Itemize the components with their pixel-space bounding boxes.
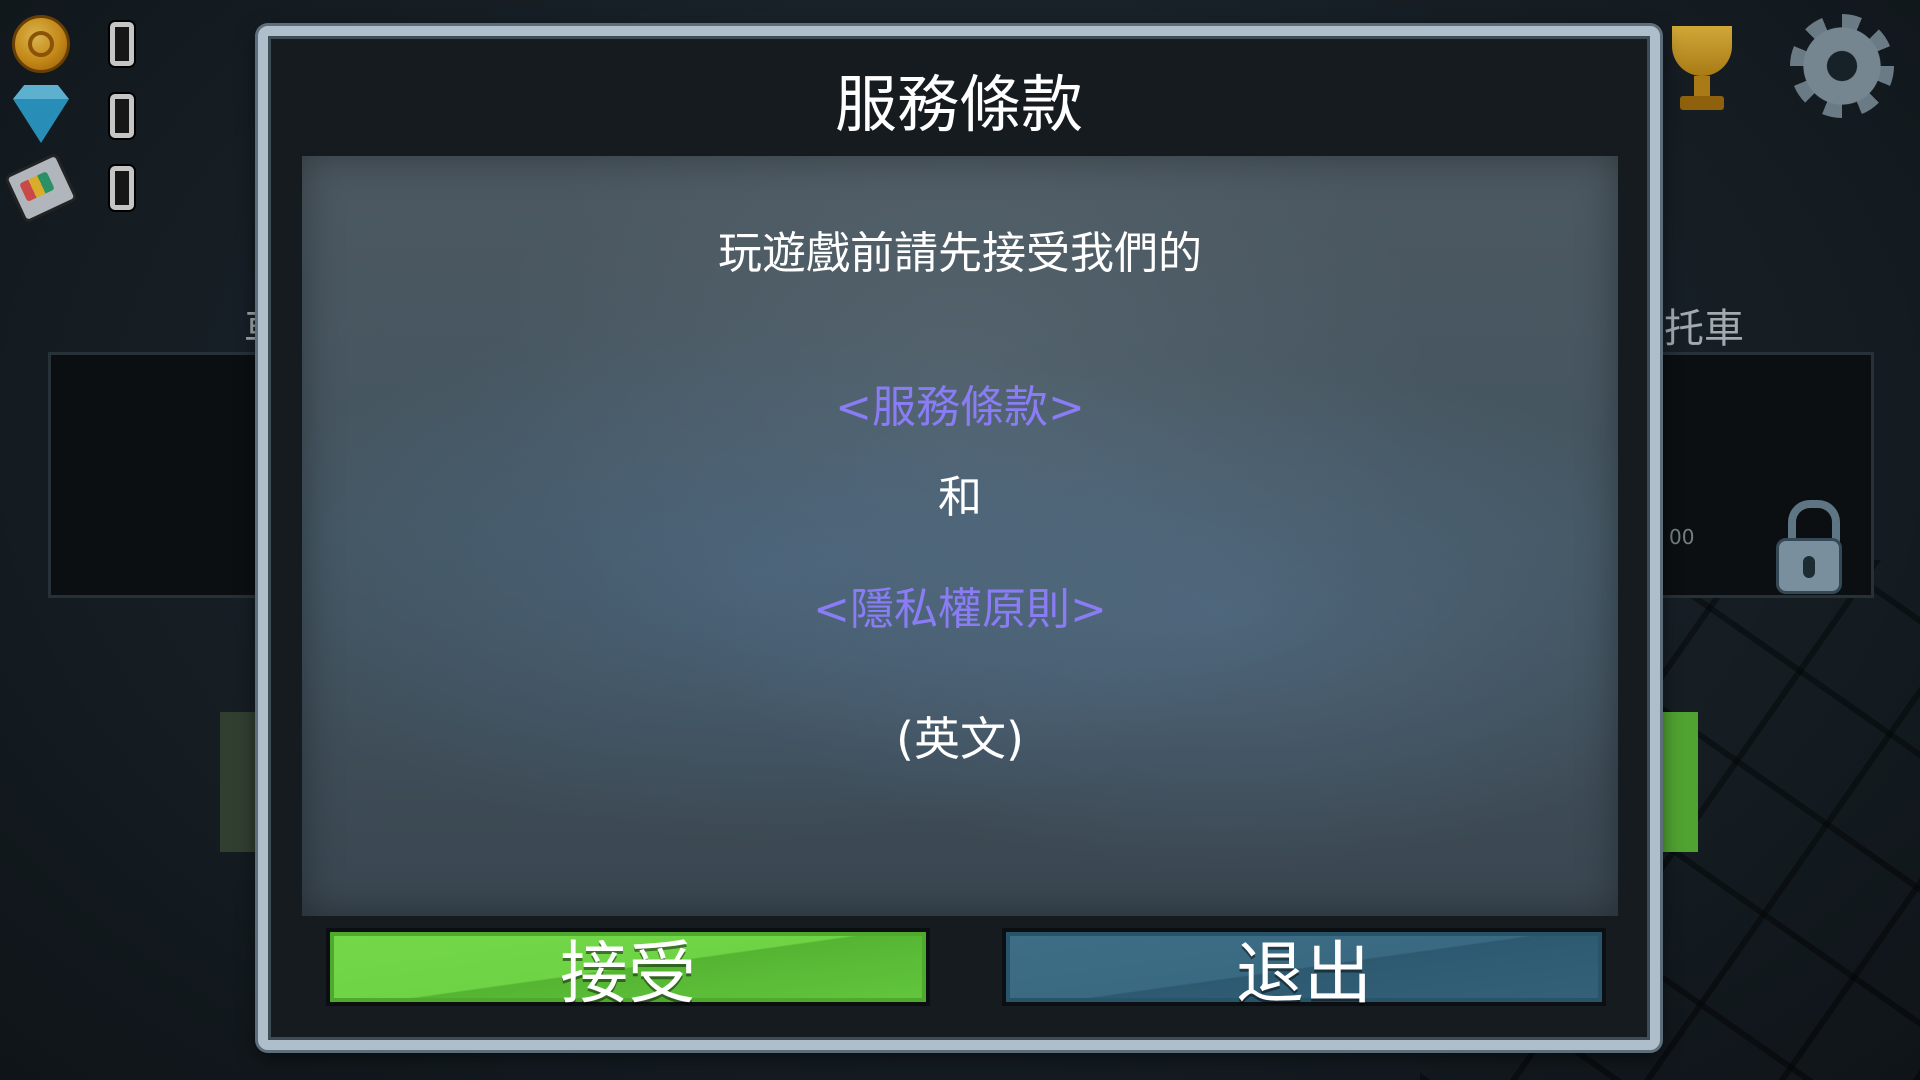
terms-panel: 玩遊戲前請先接受我們的 <服務條款> 和 <隱私權原則> (英文) bbox=[302, 156, 1618, 916]
terms-dialog: 服務條款 玩遊戲前請先接受我們的 <服務條款> 和 <隱私權原則> (英文) 接… bbox=[258, 26, 1660, 1050]
exit-button-label: 退出 bbox=[1235, 934, 1372, 1014]
accept-button-label: 接受 bbox=[559, 934, 696, 1014]
language-note: (英文) bbox=[896, 712, 1024, 766]
accept-button[interactable]: 接受 bbox=[326, 928, 930, 1014]
exit-button[interactable]: 退出 bbox=[1002, 928, 1606, 1014]
terms-of-service-link[interactable]: <服務條款> bbox=[302, 386, 1618, 430]
intro-text: 玩遊戲前請先接受我們的 bbox=[718, 228, 1202, 279]
dialog-title: 服務條款 bbox=[834, 68, 1083, 141]
privacy-policy-link[interactable]: <隱私權原則> bbox=[302, 588, 1618, 632]
and-text: 和 bbox=[938, 472, 982, 523]
